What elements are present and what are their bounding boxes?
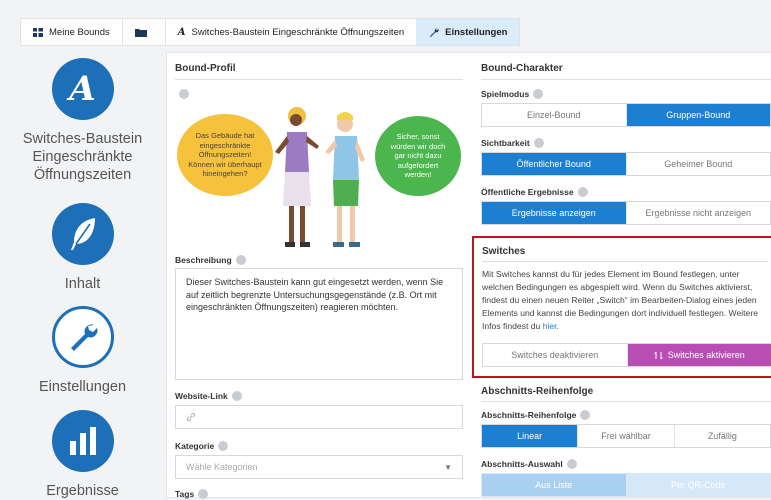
switch-icon (654, 351, 663, 360)
divider (481, 79, 771, 80)
sidebar-item-einstellungen[interactable]: Einstellungen (0, 306, 165, 396)
divider (482, 261, 768, 262)
titelbild-label (175, 89, 189, 99)
chart-circle (52, 410, 114, 472)
sidebar-item-inhalt[interactable]: Inhalt (0, 203, 165, 293)
divider (175, 79, 463, 80)
info-icon[interactable] (578, 187, 588, 197)
top-bar: Meine Bounds A Switches-Baustein Eingesc… (0, 0, 771, 48)
feather-icon (68, 217, 98, 251)
info-icon[interactable] (533, 89, 543, 99)
section-title-character: Bound-Charakter (481, 63, 563, 74)
breadcrumb-current[interactable]: Einstellungen (417, 19, 519, 45)
bound-logo-icon: A (178, 27, 186, 38)
sichtbarkeit-toggle: Öffentlicher Bound Geheimer Bound (481, 152, 771, 176)
feather-circle (52, 203, 114, 265)
sidebar: A Switches-Baustein Eingeschränkte Öffnu… (0, 48, 165, 498)
switches-deactivate-button[interactable]: Switches deaktivieren (483, 344, 628, 366)
sidebar-item-ergebnisse[interactable]: Ergebnisse (0, 410, 165, 500)
option-ergebnisse-anzeigen[interactable]: Ergebnisse anzeigen (482, 202, 627, 224)
section-title-profile: Bound-Profil (175, 63, 236, 74)
switches-description: Mit Switches kannst du für jedes Element… (482, 268, 771, 333)
option-gruppen-bound[interactable]: Gruppen-Bound (627, 104, 771, 126)
divider (481, 401, 771, 402)
info-icon[interactable] (218, 441, 228, 451)
breadcrumb-current-label: Einstellungen (445, 27, 507, 38)
title-image[interactable]: Das Gebäude hat eingeschränkte Öffnungsz… (175, 102, 463, 250)
sidebar-item-label: Ergebnisse (0, 482, 165, 500)
reihenfolge-label: Abschnitts-Reihenfolge (481, 410, 590, 420)
breadcrumb: Meine Bounds A Switches-Baustein Eingesc… (20, 18, 520, 46)
breadcrumb-bound[interactable]: A Switches-Baustein Eingeschränkte Öffnu… (166, 19, 417, 45)
beschreibung-textarea[interactable]: Dieser Switches-Baustein kann gut einges… (175, 268, 463, 380)
auswahl-toggle: Aus Liste Per QR-Code (481, 473, 771, 497)
website-label: Website-Link (175, 391, 242, 401)
switches-info-link[interactable]: hier (543, 321, 557, 331)
option-frei-waehlbar[interactable]: Frei wählbar (578, 425, 674, 447)
option-ergebnisse-nicht-anzeigen[interactable]: Ergebnisse nicht anzeigen (627, 202, 771, 224)
bound-logo-icon: A (69, 69, 95, 109)
kategorie-placeholder: Wähle Kategorien (186, 462, 258, 472)
breadcrumb-home-label: Meine Bounds (49, 27, 110, 38)
wrench-circle (52, 306, 114, 368)
section-title-switches: Switches (482, 246, 525, 257)
website-input[interactable] (175, 405, 463, 429)
switches-panel: Switches Mit Switches kannst du für jede… (472, 236, 771, 378)
sidebar-bound-title[interactable]: A Switches-Baustein Eingeschränkte Öffnu… (0, 58, 165, 184)
folder-icon (135, 28, 147, 37)
option-oeffentlicher-bound[interactable]: Öffentlicher Bound (482, 153, 627, 175)
sidebar-item-label: Inhalt (0, 275, 165, 293)
info-icon[interactable] (567, 459, 577, 469)
section-title-order: Abschnitts-Reihenfolge (481, 386, 593, 397)
option-einzel-bound[interactable]: Einzel-Bound (482, 104, 627, 126)
caret-down-icon: ▼ (444, 463, 452, 472)
info-icon[interactable] (534, 138, 544, 148)
sichtbarkeit-label: Sichtbarkeit (481, 138, 544, 148)
option-geheimer-bound[interactable]: Geheimer Bound (627, 153, 771, 175)
info-icon[interactable] (179, 89, 189, 99)
option-per-qr-code[interactable]: Per QR-Code (627, 474, 771, 496)
grid-icon (33, 28, 43, 37)
reihenfolge-toggle: Linear Frei wählbar Zufällig (481, 424, 771, 448)
sidebar-title: Switches-Baustein Eingeschränkte Öffnung… (0, 130, 165, 184)
beschreibung-label: Beschreibung (175, 255, 246, 265)
switches-activate-button[interactable]: Switches aktivieren (628, 344, 771, 366)
ergebnisse-toggle: Ergebnisse anzeigen Ergebnisse nicht anz… (481, 201, 771, 225)
info-icon[interactable] (232, 391, 242, 401)
switches-activate-label: Switches aktivieren (668, 350, 745, 360)
switches-toggle: Switches deaktivieren Switches aktiviere… (482, 343, 771, 367)
kategorie-label: Kategorie (175, 441, 228, 451)
ergebnisse-label: Öffentliche Ergebnisse (481, 187, 588, 197)
breadcrumb-bound-label: Switches-Baustein Eingeschränkte Öffnung… (192, 27, 405, 38)
sidebar-item-label: Einstellungen (0, 378, 165, 396)
wrench-icon (429, 27, 439, 37)
speech-bubble-left: Das Gebäude hat eingeschränkte Öffnungsz… (177, 114, 273, 196)
kategorie-select[interactable]: Wähle Kategorien ▼ (175, 455, 463, 479)
wrench-icon (68, 322, 98, 352)
option-aus-liste[interactable]: Aus Liste (482, 474, 627, 496)
option-linear[interactable]: Linear (482, 425, 578, 447)
info-icon[interactable] (580, 410, 590, 420)
auswahl-label: Abschnitts-Auswahl (481, 459, 577, 469)
breadcrumb-folder[interactable] (123, 19, 166, 45)
spielmodus-label: Spielmodus (481, 89, 543, 99)
people-illustration-icon (267, 102, 377, 250)
breadcrumb-home[interactable]: Meine Bounds (21, 19, 123, 45)
option-zufaellig[interactable]: Zufällig (675, 425, 770, 447)
bound-logo: A (52, 58, 114, 120)
bar-chart-icon (68, 427, 98, 455)
link-icon (186, 412, 196, 422)
spielmodus-toggle: Einzel-Bound Gruppen-Bound (481, 103, 771, 127)
speech-bubble-right: Sicher, sonst würden wir doch gar nicht … (375, 116, 461, 196)
info-icon[interactable] (236, 255, 246, 265)
